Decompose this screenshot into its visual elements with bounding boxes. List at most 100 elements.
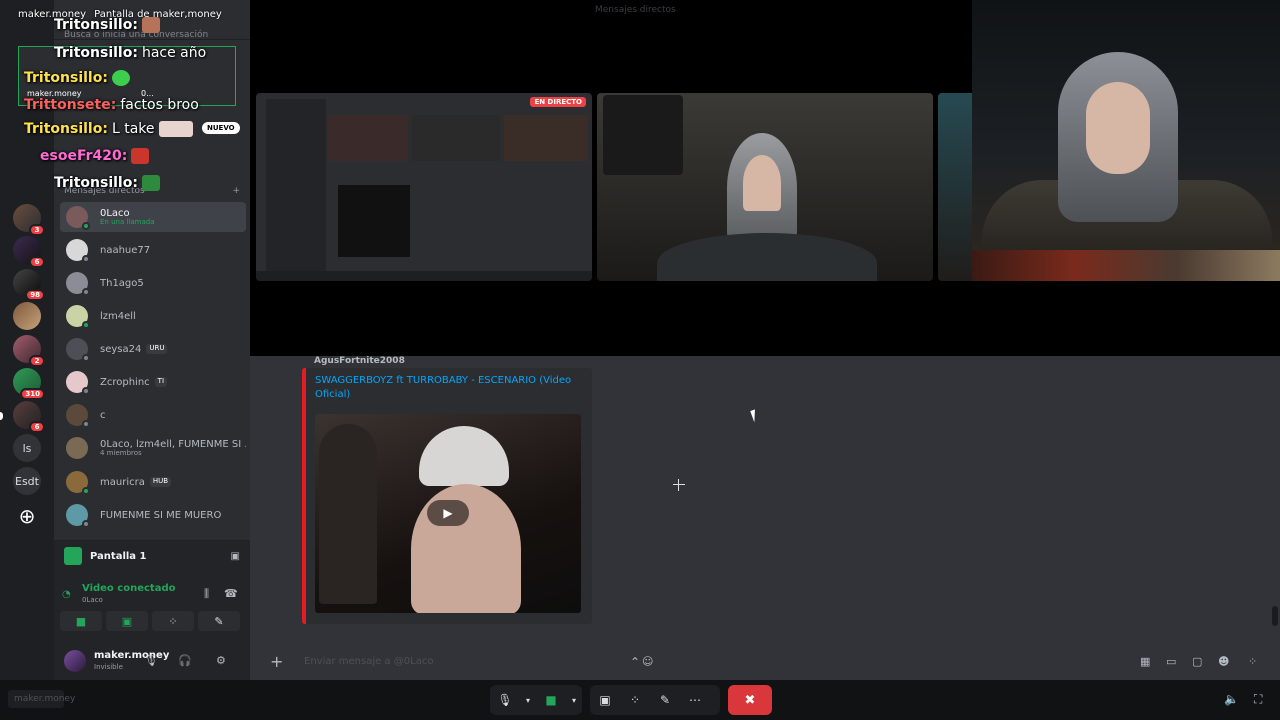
chevron-down-icon[interactable]: ▾ [566, 685, 582, 715]
dm-item-sub: 4 miembros [100, 448, 142, 457]
camera-icon[interactable]: ■ [536, 685, 566, 715]
call-controls-bar: maker.money 🎙 ▾ ■ ▾ ▣ ⁘ ✎ ⋯ ✖ 🔈 ⛶ [0, 680, 1280, 720]
screen-share-row[interactable]: Pantalla 1 ▣ [64, 545, 240, 567]
video-tile-camera[interactable] [597, 93, 933, 281]
clan-tag: URU [146, 344, 168, 354]
microphone-icon[interactable]: 🎙 [490, 685, 520, 715]
sticker-icon[interactable]: ▢ [1192, 655, 1202, 668]
mention-badge: 6 [29, 256, 45, 268]
chat-line: Tritonsillo: hace año [54, 45, 206, 61]
leave-call-button[interactable]: ✖ [728, 685, 772, 715]
add-server-icon[interactable]: ⊕ [13, 502, 41, 530]
more-icon[interactable]: ⋯ [680, 685, 710, 715]
popout-icon[interactable]: ▣ [231, 551, 240, 562]
user-mini-label[interactable]: maker.money [8, 690, 75, 708]
chat-user: Tritonsillo: [54, 175, 138, 191]
voice-status[interactable]: Video conectado [82, 583, 175, 594]
dm-item-fumenme[interactable]: FUMENME SI ME MUERO [60, 500, 246, 530]
dm-item-name: naahue77 [100, 244, 151, 256]
volume-icon[interactable]: 🔈 [1224, 692, 1239, 706]
gear-icon[interactable]: ⚙ [216, 654, 226, 667]
server-icon[interactable] [13, 302, 41, 330]
dm-item-c[interactable]: c [60, 400, 246, 430]
avatar [66, 206, 90, 230]
emote-icon [131, 148, 150, 164]
voice-connection: Video conectado 0Laco [68, 583, 175, 604]
chat-user: Tritonsillo: [54, 17, 138, 33]
dm-item-lzm4ell[interactable]: lzm4ell [60, 301, 246, 331]
streamer-face [1086, 82, 1150, 174]
emoji-icon[interactable]: ☻ [1218, 655, 1229, 668]
screen-share-icon[interactable]: ▣ [590, 685, 620, 715]
soundboard-icon[interactable]: ✎ [650, 685, 680, 715]
server-icon[interactable]: 98 [13, 269, 45, 301]
embed-video[interactable]: ▶ [315, 414, 581, 613]
avatar [66, 239, 90, 263]
dm-item-0laco[interactable]: 0Laco En una llamada [60, 202, 246, 232]
dm-item-name-text: mauricra [100, 476, 145, 488]
dm-item-name: Zcrophinc TI [100, 377, 168, 388]
attach-icon[interactable]: + [270, 652, 283, 671]
mention-badge: 6 [29, 421, 45, 433]
gift-icon[interactable]: ▦ [1140, 655, 1150, 668]
audio-video-group: 🎙 ▾ ■ ▾ [490, 685, 582, 715]
clan-tag: HUB [149, 477, 172, 487]
person-face [743, 155, 781, 211]
soundboard-button[interactable]: ✎ [198, 611, 240, 631]
dm-item-th1ago5[interactable]: Th1ago5 [60, 268, 246, 298]
status-dot [82, 255, 90, 263]
share-screen-button[interactable]: ▣ [106, 611, 148, 631]
crosshair-cursor [673, 479, 685, 491]
mention-badge: 310 [20, 388, 45, 400]
avatar [66, 305, 90, 329]
dm-item-group[interactable]: 0Laco, lzm4ell, FUMENME SI ... 4 miembros [60, 433, 246, 463]
server-icon[interactable]: 310 [13, 368, 45, 400]
chevron-up-icon[interactable]: ⌃ [630, 655, 640, 669]
emote-icon [158, 121, 193, 137]
video-tile-screen[interactable]: EN DIRECTO [256, 93, 592, 281]
signal-icon[interactable]: ◔ [62, 589, 71, 600]
clan-tag: TI [154, 377, 168, 387]
new-badge: NUEVO [202, 122, 240, 134]
server-icon[interactable]: 3 [13, 204, 45, 236]
person-center [411, 484, 521, 613]
status-dot [82, 387, 90, 395]
server-icon[interactable]: 6 [13, 401, 45, 433]
dm-item-naahue77[interactable]: naahue77 [60, 235, 246, 265]
fullscreen-icon[interactable]: ⛶ [1254, 692, 1262, 707]
emote-icon [141, 17, 160, 33]
message-author[interactable]: AgusFortnite2008 [314, 356, 405, 366]
chat-area: AgusFortnite2008 SWAGGERBOYZ ft TURROBAB… [250, 356, 1280, 646]
voice-channel[interactable]: 0Laco [82, 596, 175, 604]
chevron-down-icon[interactable]: ▾ [520, 685, 536, 715]
gif-icon[interactable]: ▭ [1166, 655, 1176, 668]
dm-item-seysa24[interactable]: seysa24 URU [60, 334, 246, 364]
voice-panel: Pantalla 1 ▣ Video conectado 0Laco ◔ ⫼ ☎… [54, 540, 250, 640]
dm-item-name: 0Laco [100, 207, 130, 219]
activities-icon[interactable]: ⁘ [620, 685, 650, 715]
message-input[interactable]: Enviar mensaje a @0Laco [304, 656, 433, 667]
activity-button[interactable]: ⁘ [152, 611, 194, 631]
dm-item-zcrophinc[interactable]: Zcrophinc TI [60, 367, 246, 397]
scrollbar[interactable] [1272, 606, 1278, 626]
chat-text: factos broo [120, 97, 199, 113]
apps-icon[interactable]: ⁘ [1248, 655, 1257, 668]
people-icon[interactable]: ☺ [642, 655, 653, 668]
username[interactable]: maker.money [94, 650, 169, 661]
microphone-icon[interactable]: 🎙 [144, 654, 158, 667]
play-icon[interactable]: ▶ [427, 500, 469, 526]
camera-button[interactable]: ■ [60, 611, 102, 631]
embed-title-link[interactable]: SWAGGERBOYZ ft TURROBABY - ESCENARIO (Vi… [315, 374, 575, 402]
chat-line: Trittonsete: factos broo [24, 97, 199, 113]
avatar[interactable] [64, 650, 86, 672]
mention-badge: 2 [29, 355, 45, 367]
headphones-icon[interactable]: 🎧 [178, 654, 192, 667]
dm-item-mauricra[interactable]: mauricra HUB [60, 467, 246, 497]
server-icon[interactable]: ls [13, 434, 41, 462]
server-icon[interactable]: 6 [13, 236, 45, 268]
server-icon[interactable]: 2 [13, 335, 45, 367]
status-dot [82, 288, 90, 296]
noise-suppression-icon[interactable]: ⫼ [204, 587, 209, 601]
server-icon[interactable]: Esdt [13, 467, 41, 495]
disconnect-icon[interactable]: ☎ [224, 587, 238, 600]
